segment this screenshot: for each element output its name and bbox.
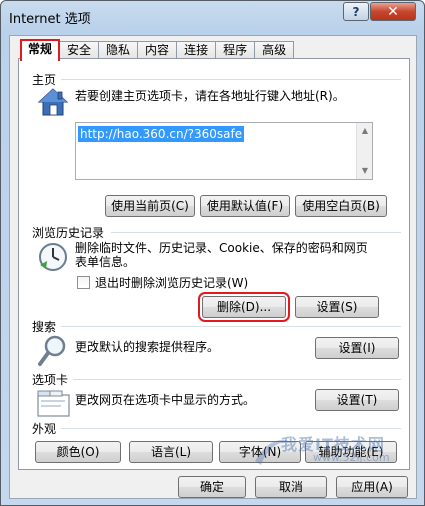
- history-description-line2: 表单信息。: [75, 255, 136, 269]
- search-settings-button[interactable]: 设置(I): [315, 337, 399, 359]
- scroll-up-arrow-icon[interactable]: ▲: [357, 123, 373, 139]
- ok-button[interactable]: 确定: [178, 476, 246, 498]
- internet-options-window: Internet 选项 ? ✕ 常规 安全 隐私 内容 连接 程序 高级 主页 …: [0, 0, 425, 506]
- history-description-line1: 删除临时文件、历史记录、Cookie、保存的密码和网页: [75, 241, 368, 255]
- use-current-button[interactable]: 使用当前页(C): [105, 195, 195, 217]
- delete-on-exit-label: 退出时删除浏览历史记录(W): [95, 276, 249, 290]
- homepage-url-text: http://hao.360.cn/?360safe: [78, 126, 245, 142]
- tabs-separator: [73, 379, 401, 380]
- magnifier-icon: [38, 335, 66, 366]
- use-default-button[interactable]: 使用默认值(F): [200, 195, 290, 217]
- use-blank-button[interactable]: 使用空白页(B): [295, 195, 387, 217]
- help-button[interactable]: ?: [343, 2, 369, 21]
- url-scrollbar[interactable]: ▲ ▼: [356, 123, 372, 179]
- tabs-description: 更改网页在选项卡中显示的方式。: [75, 393, 256, 407]
- window-title: Internet 选项: [9, 12, 91, 27]
- appearance-section-label: 外观: [32, 422, 57, 436]
- history-settings-button[interactable]: 设置(S): [295, 296, 379, 318]
- appearance-separator: [61, 428, 401, 429]
- apply-button[interactable]: 应用(A): [336, 476, 408, 498]
- homepage-separator: [61, 79, 401, 80]
- tabs-settings-button[interactable]: 设置(T): [315, 389, 399, 411]
- search-description: 更改默认的搜索提供程序。: [75, 340, 220, 354]
- title-bar: Internet 选项 ? ✕: [1, 1, 424, 31]
- search-section-label: 搜索: [32, 320, 57, 334]
- languages-button[interactable]: 语言(L): [129, 441, 213, 463]
- close-button[interactable]: ✕: [370, 2, 416, 21]
- dialog-footer: 确定 取消 应用(A): [10, 476, 416, 498]
- search-separator: [61, 326, 401, 327]
- general-panel: 主页 若要创建主页选项卡，请在各地址行键入地址(R)。 http://hao.3…: [18, 58, 410, 470]
- home-icon: [37, 88, 69, 116]
- history-section-label: 浏览历史记录: [32, 226, 105, 240]
- tabs-icon: [37, 390, 70, 417]
- history-clock-icon: [39, 243, 67, 271]
- cancel-button[interactable]: 取消: [255, 476, 327, 498]
- homepage-section-label: 主页: [32, 73, 57, 87]
- delete-on-exit-checkbox[interactable]: [77, 276, 90, 289]
- tab-strip: 常规 安全 隐私 内容 连接 程序 高级: [20, 39, 295, 61]
- colors-button[interactable]: 颜色(O): [35, 441, 121, 463]
- tab-general[interactable]: 常规: [20, 39, 61, 61]
- homepage-description: 若要创建主页选项卡，请在各地址行键入地址(R)。: [75, 89, 345, 103]
- delete-history-button[interactable]: 删除(D)...: [202, 296, 286, 318]
- fonts-button[interactable]: 字体(N): [219, 441, 301, 463]
- accessibility-button[interactable]: 辅助功能(E): [305, 441, 397, 463]
- tabs-section-label: 选项卡: [32, 373, 69, 387]
- dialog-client: 常规 安全 隐私 内容 连接 程序 高级 主页 若要创建主页选项卡，请在各地址行…: [9, 35, 417, 499]
- scroll-down-arrow-icon[interactable]: ▼: [357, 163, 373, 179]
- homepage-url-field[interactable]: http://hao.360.cn/?360safe ▲ ▼: [75, 122, 373, 180]
- history-separator: [111, 232, 401, 233]
